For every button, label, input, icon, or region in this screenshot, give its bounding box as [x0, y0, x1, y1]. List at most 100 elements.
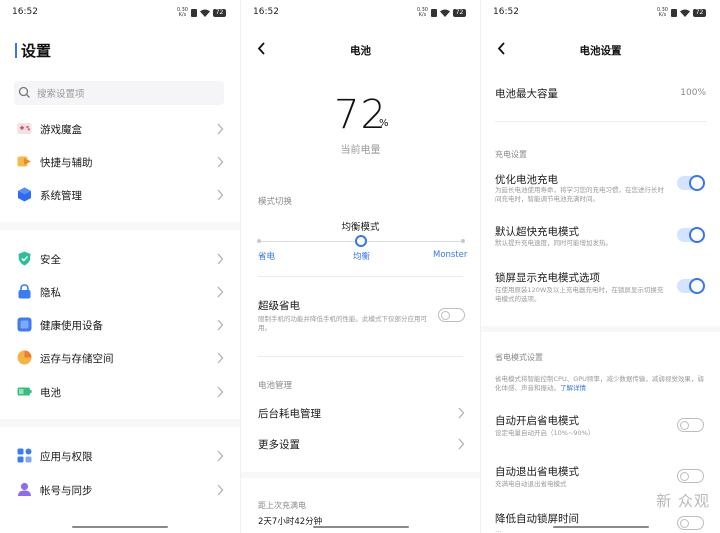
status-bar: 16:52 0.30 K/s 72	[12, 7, 226, 19]
toggle-knob	[680, 471, 689, 481]
settings-item-label: 游戏魔盒	[40, 124, 82, 136]
settings-item-health[interactable]: 健康使用设备	[0, 314, 240, 336]
sim-icon	[191, 9, 197, 17]
auto-on-desc: 设定电量自动开启（10%~90%）	[495, 429, 595, 437]
settings-item-game-box[interactable]: 游戏魔盒	[0, 118, 240, 140]
home-indicator[interactable]	[552, 526, 649, 528]
chevron-right-icon	[217, 253, 224, 265]
section-divider	[241, 472, 480, 478]
shortcut-icon	[17, 156, 31, 167]
page-title: 电池	[350, 45, 371, 57]
lockscreen-mode-desc: 在使用原装120W及以上充电器充电时，在锁屏显示切换充电模式的选项。	[495, 286, 664, 303]
lockscreen-mode-toggle[interactable]	[677, 278, 705, 294]
settings-item-storage[interactable]: 运存与存储空间	[0, 347, 240, 369]
account-icon	[18, 482, 31, 496]
toggle-knob	[680, 518, 689, 528]
lower-lock-desc: …	[495, 526, 502, 533]
apps-icon	[17, 448, 32, 463]
settings-item-security[interactable]: 安全	[0, 248, 240, 270]
battery-screen: 16:52 0.30 K/s 72 电池 72 % 当前电量 模式切换 均衡模式 …	[240, 0, 480, 533]
chevron-right-icon	[217, 123, 224, 135]
fast-charge-label: 默认超快充电模式	[495, 226, 579, 238]
system-icon	[18, 187, 31, 202]
learn-more-link[interactable]: 了解详情	[560, 384, 586, 392]
settings-item-label: 隐私	[40, 287, 61, 299]
optimize-charge-desc: 为延长电池使用寿命，将学习您的充电习惯，在您进行长时间充电时，智能调节电池充满时…	[495, 186, 664, 203]
optimize-charge-toggle[interactable]	[677, 175, 705, 191]
slider-tick	[461, 239, 465, 243]
section-divider	[0, 419, 240, 427]
bg-power-label: 后台耗电管理	[258, 408, 321, 420]
search-placeholder: 搜索设置项	[37, 89, 85, 100]
settings-item-label: 快捷与辅助	[40, 157, 93, 169]
toggle-knob	[441, 310, 450, 320]
saver-desc: 省电模式将智能控制CPU、GPU频率，减少数据传输，减弱视觉效果，弱化体感、声音…	[495, 375, 704, 392]
chevron-right-icon	[217, 484, 224, 496]
lock-icon	[18, 284, 31, 299]
chevron-right-icon	[217, 189, 224, 201]
settings-item-label: 应用与权限	[40, 451, 93, 463]
settings-item-account[interactable]: 帐号与同步	[0, 479, 240, 501]
settings-item-shortcut[interactable]: 快捷与辅助	[0, 151, 240, 173]
game-box-icon	[17, 123, 32, 134]
toggle-knob	[689, 278, 705, 294]
status-bar: 16:52 0.30 K/s 72	[493, 7, 706, 19]
chevron-right-icon	[458, 438, 465, 450]
wifi-icon	[200, 9, 210, 17]
super-saver-desc: 限制手机的功能并降低手机的性能。此模式下仅部分应用可用。	[258, 315, 427, 332]
battery-icon	[17, 387, 32, 396]
home-indicator[interactable]	[312, 526, 409, 528]
settings-item-apps[interactable]: 应用与权限	[0, 445, 240, 467]
settings-screen: 16:52 0.30 K/s 72 设置 搜索设置项 游戏魔盒 快捷与辅助 系统管…	[0, 0, 240, 533]
mode-section-header: 模式切换	[258, 197, 293, 207]
section-divider	[481, 326, 720, 332]
super-saver-toggle[interactable]	[438, 308, 465, 322]
divider-line	[495, 121, 706, 122]
mode-option-monster[interactable]: Monster	[433, 250, 467, 260]
settings-item-battery[interactable]: 电池	[0, 381, 240, 403]
toggle-knob	[689, 175, 705, 191]
chevron-right-icon	[217, 352, 224, 364]
battery-settings-screen: 16:52 0.30 K/s 72 电池设置 电池最大容量 100% 充电设置 优…	[480, 0, 720, 533]
status-time: 16:52	[12, 7, 38, 17]
page-title: 电池设置	[579, 45, 622, 57]
lower-lock-toggle[interactable]	[677, 516, 704, 530]
net-unit: K/s	[178, 12, 187, 18]
wifi-icon	[440, 9, 450, 17]
net-speed-indicator: 0.30 K/s	[417, 8, 428, 18]
status-time: 16:52	[493, 7, 519, 17]
settings-item-label: 健康使用设备	[40, 320, 103, 332]
settings-item-label: 电池	[40, 387, 61, 399]
health-icon	[17, 317, 32, 332]
auto-off-toggle[interactable]	[677, 469, 704, 483]
sim-icon	[431, 9, 437, 17]
divider-line	[258, 356, 463, 357]
settings-item-privacy[interactable]: 隐私	[0, 281, 240, 303]
mode-option-saver[interactable]: 省电	[258, 250, 275, 262]
battery-status-icon: 72	[213, 9, 226, 17]
toggle-knob	[680, 420, 689, 430]
section-divider	[0, 222, 240, 230]
fast-charge-toggle[interactable]	[677, 227, 705, 243]
settings-item-system[interactable]: 系统管理	[0, 184, 240, 206]
auto-off-desc: 充满电自动退出省电模式	[495, 480, 567, 488]
mode-option-balanced[interactable]: 均衡	[353, 250, 370, 262]
slider-thumb[interactable]	[355, 235, 367, 247]
settings-item-label: 系统管理	[40, 190, 82, 202]
auto-on-toggle[interactable]	[677, 418, 704, 432]
auto-off-label: 自动退出省电模式	[495, 466, 579, 478]
battery-percent-unit: %	[379, 118, 389, 129]
chevron-right-icon	[217, 156, 224, 168]
search-input[interactable]: 搜索设置项	[14, 81, 224, 105]
charge-section-header: 充电设置	[495, 150, 527, 159]
status-time: 16:52	[253, 7, 279, 17]
net-unit: K/s	[418, 12, 427, 18]
home-indicator[interactable]	[72, 526, 168, 528]
storage-icon	[17, 350, 32, 365]
max-capacity-value: 100%	[680, 88, 706, 98]
lockscreen-mode-label: 锁屏显示充电模式选项	[495, 272, 600, 284]
slider-tick	[257, 239, 261, 243]
shield-icon	[18, 251, 31, 266]
battery-status-icon: 72	[453, 9, 466, 17]
chevron-right-icon	[217, 450, 224, 462]
